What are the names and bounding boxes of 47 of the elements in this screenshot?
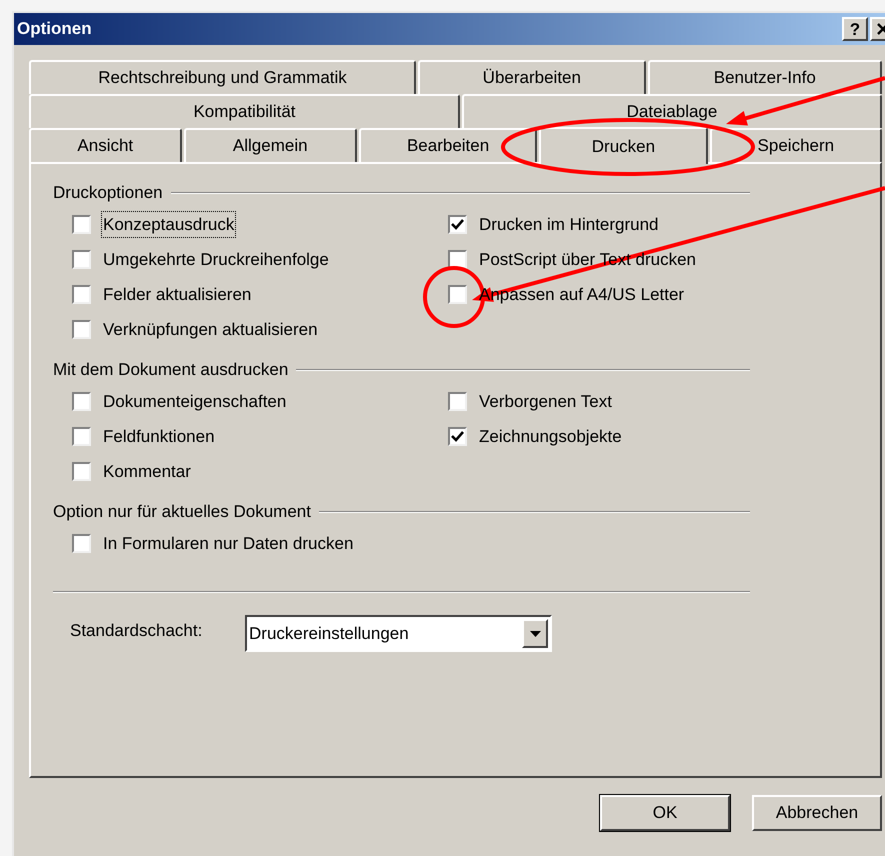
dropdown-arrow-button[interactable] xyxy=(522,619,548,648)
checkbox[interactable] xyxy=(72,427,91,446)
checkbox[interactable] xyxy=(448,285,467,304)
checkbox[interactable] xyxy=(448,427,467,446)
tab[interactable]: Allgemein xyxy=(184,128,357,162)
checkbox[interactable] xyxy=(448,215,467,234)
checkbox[interactable] xyxy=(72,215,91,234)
tab[interactable]: Dateiablage xyxy=(462,94,882,128)
dialog-button[interactable]: Abbrechen xyxy=(752,795,882,831)
checkbox-label: Zeichnungsobjekte xyxy=(478,426,623,448)
checkbox[interactable] xyxy=(72,250,91,269)
checkbox-label: In Formularen nur Daten drucken xyxy=(102,532,354,555)
checkbox-label: Kommentar xyxy=(102,460,192,483)
tab[interactable]: Bearbeiten xyxy=(358,128,538,162)
tab[interactable]: Benutzer-Info xyxy=(648,60,882,94)
check-icon xyxy=(451,431,464,442)
checkbox-label: Verborgenen Text xyxy=(478,390,613,413)
checkbox[interactable] xyxy=(72,320,91,339)
checkbox-label: Dokumenteigenschaften xyxy=(102,390,288,413)
group-title: Druckoptionen xyxy=(53,182,163,204)
help-button[interactable]: ? xyxy=(842,17,868,41)
group-title: Option nur für aktuelles Dokument xyxy=(53,501,311,524)
tab[interactable]: Rechtschreibung und Grammatik xyxy=(29,60,416,94)
tab[interactable]: Ansicht xyxy=(29,128,182,162)
checkbox[interactable] xyxy=(72,462,91,481)
checkbox-label: Umgekehrte Druckreihenfolge xyxy=(102,248,330,271)
tab[interactable]: Drucken xyxy=(539,127,708,164)
dropdown[interactable]: Druckereinstellungen xyxy=(245,615,552,652)
checkbox-label: Konzeptausdruck xyxy=(102,212,236,238)
window-title: Optionen xyxy=(17,18,93,40)
group-title: Mit dem Dokument ausdrucken xyxy=(53,359,288,382)
checkbox[interactable] xyxy=(448,392,467,411)
tab[interactable]: Überarbeiten xyxy=(418,60,646,94)
dialog-button[interactable]: OK xyxy=(600,795,730,831)
checkbox[interactable] xyxy=(72,534,91,553)
checkbox[interactable] xyxy=(72,392,91,411)
dropdown-value: Druckereinstellungen xyxy=(248,622,410,645)
checkbox-label: Felder aktualisieren xyxy=(102,284,252,306)
checkbox[interactable] xyxy=(72,285,91,304)
checkbox-label: Drucken im Hintergrund xyxy=(478,214,660,236)
check-icon xyxy=(451,219,464,230)
checkbox-label: Verknüpfungen aktualisieren xyxy=(102,318,319,341)
field-label: Standardschacht: xyxy=(70,620,204,642)
checkbox-label: Feldfunktionen xyxy=(102,426,216,448)
tab[interactable]: Speichern xyxy=(710,128,882,162)
tab[interactable]: Kompatibilität xyxy=(29,94,460,128)
caret-icon xyxy=(530,630,540,636)
